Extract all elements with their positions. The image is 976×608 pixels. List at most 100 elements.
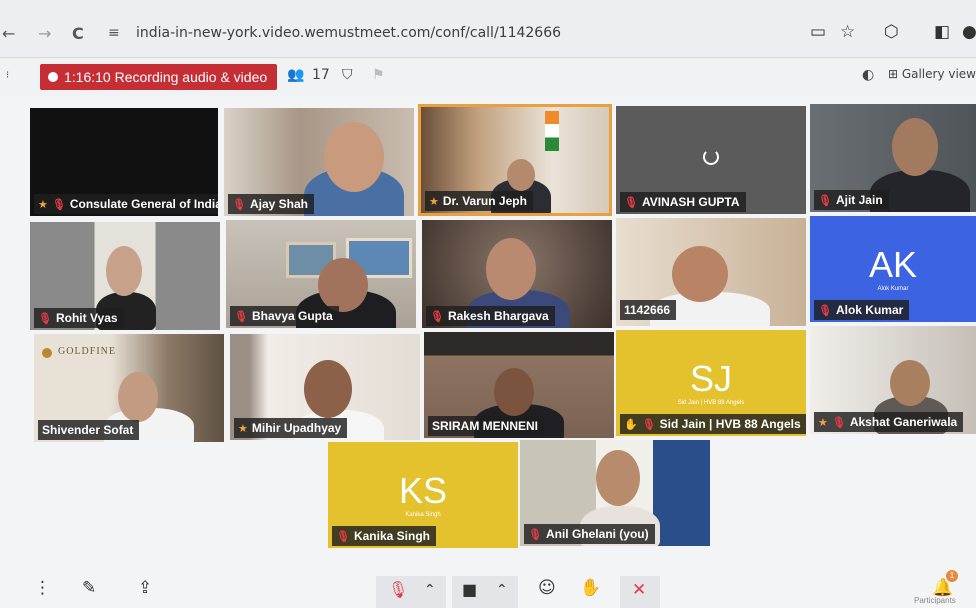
participant-name: Kanika Singh xyxy=(353,529,430,543)
participant-name: Sid Jain | HVB 88 Angels xyxy=(659,417,801,431)
mic-muted-icon: 🎙 xyxy=(234,310,248,323)
participant-tile[interactable]: SRIRAM MENNENI xyxy=(424,332,614,438)
participant-name: 1142666 xyxy=(624,303,671,317)
participant-name: Consulate General of India xyxy=(69,197,218,211)
participant-name: Dr. Varun Jeph xyxy=(442,194,527,208)
participants-count-icon[interactable]: 👥 xyxy=(287,67,304,83)
participant-name: AVINASH GUPTA xyxy=(641,195,740,209)
raised-hand-icon: ✋ xyxy=(624,418,638,431)
cast-icon[interactable]: ▭ xyxy=(810,22,826,42)
participant-name: Rohit Vyas xyxy=(55,311,118,325)
participant-tile-avatar[interactable]: KS Kanika Singh 🎙 Kanika Singh xyxy=(328,442,518,548)
name-tag: ★ 🎙 Consulate General of India xyxy=(34,194,218,214)
participant-tile[interactable]: 1142666 xyxy=(616,218,806,326)
reactions-icon[interactable]: ☺ xyxy=(538,578,556,598)
name-tag: ★ Dr. Varun Jeph xyxy=(425,191,533,211)
profile-icon[interactable]: ● xyxy=(962,22,976,42)
participant-tile[interactable]: 🎙 Rakesh Bhargava xyxy=(422,220,612,328)
person-head xyxy=(494,368,534,416)
person-head xyxy=(324,122,384,192)
person-head xyxy=(672,246,728,302)
grid-icon: ⊞ xyxy=(887,67,902,81)
participant-name: Shivender Sofat xyxy=(42,423,134,437)
participant-tile-avatar[interactable]: SJ Sid Jain | HVB 88 Angels ✋ 🎙 Sid Jain |… xyxy=(616,330,806,436)
participant-name: Akshat Ganeriwala xyxy=(849,415,958,429)
reload-button[interactable]: C xyxy=(72,24,84,44)
host-star-icon: ★ xyxy=(38,198,48,211)
participant-tile-active[interactable]: ★ Dr. Varun Jeph xyxy=(418,104,612,216)
recording-label: 1:16:10 Recording audio & video xyxy=(64,69,268,85)
camera-icon[interactable]: ■ xyxy=(462,580,477,599)
address-bar[interactable]: india-in-new-york.video.wemustmeet.com/c… xyxy=(136,25,561,41)
participants-label[interactable]: Participants xyxy=(914,596,956,605)
name-tag: 1142666 xyxy=(620,300,677,320)
loading-spinner-icon xyxy=(703,149,719,166)
extensions-icon[interactable]: ⬡ xyxy=(884,22,899,42)
mic-control[interactable]: 🎙 ⌃ xyxy=(376,576,446,608)
raise-hand-icon[interactable]: ✋ xyxy=(580,578,601,598)
avatar-subtitle: Sid Jain | HVB 88 Angels xyxy=(677,400,745,406)
name-tag: 🎙 Rohit Vyas xyxy=(34,308,124,328)
participant-tile[interactable]: ★ 🎙 Consulate General of India xyxy=(30,108,218,216)
mic-muted-icon: 🎙 xyxy=(818,194,832,207)
participant-name: Rakesh Bhargava xyxy=(447,309,549,323)
security-shield-icon[interactable]: ⛉ xyxy=(342,67,353,83)
participant-tile[interactable]: 🎙 Ajit Jain xyxy=(810,104,976,212)
mic-muted-icon: 🎙 xyxy=(831,416,846,429)
person-head xyxy=(890,360,930,406)
browser-toolbar: ← → C ≡ india-in-new-york.video.wemustme… xyxy=(0,0,976,58)
share-screen-icon[interactable]: ⇪ xyxy=(138,578,152,598)
recording-indicator: 1:16:10 Recording audio & video xyxy=(40,64,278,90)
camera-control[interactable]: ■ ⌃ xyxy=(452,576,518,608)
participant-tile-avatar[interactable]: AK Alok Kumar 🎙 Alok Kumar xyxy=(810,216,976,322)
flag xyxy=(545,111,559,151)
participant-tile[interactable]: 🎙 AVINASH GUPTA xyxy=(616,106,806,214)
back-button[interactable]: ← xyxy=(2,24,15,44)
host-star-icon: ★ xyxy=(818,416,828,429)
gallery-view-button[interactable]: ⊞ Gallery view xyxy=(888,67,976,81)
whiteboard-icon[interactable]: ✎ xyxy=(82,578,96,598)
person-head xyxy=(106,246,142,296)
avatar-subtitle: Alok Kumar xyxy=(877,286,909,292)
participant-tile[interactable]: 🎙 Bhavya Gupta xyxy=(226,220,416,328)
avatar-initials: KS xyxy=(398,470,448,511)
participant-tile-self[interactable]: 🎙 Anil Ghelani (you) xyxy=(520,440,710,546)
person-head xyxy=(304,360,352,418)
background-logo-text: GOLDFINE xyxy=(58,346,116,357)
chevron-up-icon[interactable]: ⌃ xyxy=(496,582,508,598)
name-tag: 🎙 Bhavya Gupta xyxy=(230,306,339,326)
name-tag: 🎙 Anil Ghelani (you) xyxy=(524,524,655,544)
participant-name: Ajit Jain xyxy=(835,193,883,207)
mic-muted-icon[interactable]: 🎙 xyxy=(388,580,408,599)
person-head xyxy=(596,450,640,506)
bookmark-star-icon[interactable]: ☆ xyxy=(840,22,855,42)
participant-name: Anil Ghelani (you) xyxy=(545,527,649,541)
logo-mark-icon xyxy=(42,348,52,358)
gallery-view-label: Gallery view xyxy=(901,67,976,81)
chevron-up-icon[interactable]: ⌃ xyxy=(424,582,436,598)
more-options-icon[interactable]: ⋮ xyxy=(34,578,51,598)
forward-button[interactable]: → xyxy=(38,24,51,44)
mic-muted-icon: 🎙 xyxy=(38,312,52,325)
mic-muted-icon: 🎙 xyxy=(641,418,656,431)
hangup-icon[interactable]: ✕ xyxy=(632,580,646,600)
mic-muted-icon: 🎙 xyxy=(51,198,66,211)
sidepanel-icon[interactable]: ◧ xyxy=(934,22,950,42)
participant-count: 17 xyxy=(312,67,330,83)
theme-toggle-icon[interactable]: ◐ xyxy=(862,67,874,83)
name-tag: ★ 🎙 Akshat Ganeriwala xyxy=(814,412,964,432)
participant-tile[interactable]: GOLDFINE Shivender Sofat xyxy=(34,334,224,442)
menu-handle-icon[interactable]: ⁝ xyxy=(6,70,9,81)
name-tag: 🎙 Alok Kumar xyxy=(814,300,910,320)
person-head xyxy=(318,258,368,312)
leave-call-control[interactable]: ✕ xyxy=(620,576,660,608)
person-head xyxy=(118,372,158,422)
name-tag: ★ Mihir Upadhyay xyxy=(234,418,348,438)
participant-tile[interactable]: 🎙 Rohit Vyas xyxy=(30,222,220,330)
participant-tile[interactable]: 🎙 Ajay Shah xyxy=(224,108,414,216)
notification-count-badge: 1 xyxy=(946,570,958,582)
participant-tile[interactable]: ★ 🎙 Akshat Ganeriwala xyxy=(810,326,976,434)
participant-tile[interactable]: ★ Mihir Upadhyay xyxy=(230,334,420,440)
host-star-icon: ★ xyxy=(238,422,248,435)
site-info-icon[interactable]: ≡ xyxy=(108,25,120,41)
